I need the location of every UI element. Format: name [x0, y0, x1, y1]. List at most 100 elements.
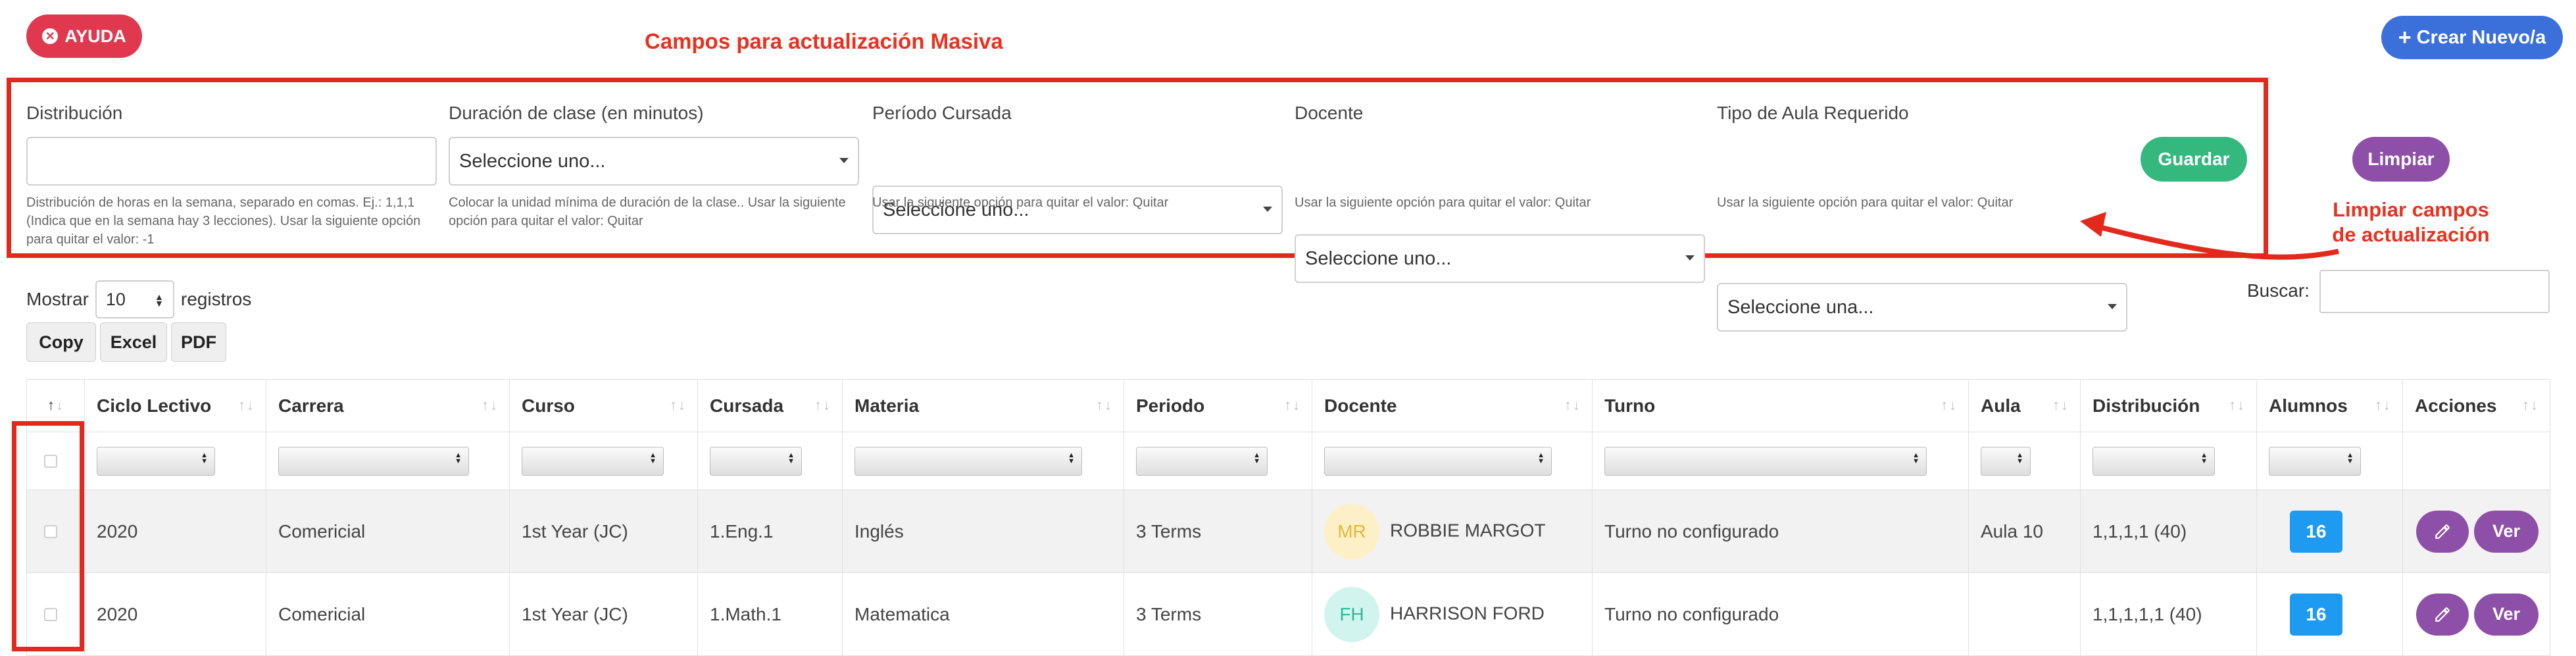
distribucion-input[interactable] — [26, 137, 437, 186]
filter-docente[interactable]: ▲ ▼ — [1324, 446, 1552, 476]
sort-icon: ↑↓ — [2229, 397, 2246, 413]
table-row: 2020 Comericial 1st Year (JC) 1.Eng.1 In… — [26, 490, 2550, 573]
cell-curso: 1st Year (JC) — [509, 572, 698, 656]
cell-carrera: Comericial — [266, 490, 510, 573]
docente-name: HARRISON FORD — [1390, 602, 1545, 623]
checkbox-column-highlight — [12, 421, 84, 651]
col-acciones[interactable]: Acciones ↑↓ — [2402, 379, 2550, 432]
filter-acciones-empty — [2402, 432, 2550, 490]
caret-down-icon — [2108, 304, 2117, 309]
cell-periodo: 3 Terms — [1124, 490, 1312, 573]
edit-icon — [2435, 524, 2450, 539]
avatar: FH — [1324, 586, 1379, 642]
sort-icon: ↑↓ — [2375, 397, 2392, 413]
col-turno[interactable]: Turno ↑↓ — [1592, 379, 1969, 432]
periodo-cursada-help: Usar la siguiente opción para quitar el … — [872, 195, 1169, 210]
help-button[interactable]: ✕ AYUDA — [26, 14, 142, 58]
periodo-cursada-label: Período Cursada — [872, 103, 1012, 123]
distribucion-help: Distribución de horas en la semana, sepa… — [26, 195, 421, 247]
filter-materia[interactable]: ▲ ▼ — [855, 446, 1082, 476]
help-button-label: AYUDA — [64, 26, 126, 46]
duracion-select-value: Seleccione uno... — [459, 150, 606, 172]
cell-aula — [1968, 572, 2081, 656]
view-button[interactable]: Ver — [2474, 593, 2539, 636]
filter-periodo[interactable]: ▲ ▼ — [1136, 446, 1268, 476]
sort-icon: ↑↓ — [2522, 397, 2539, 413]
page-length-value: 10 — [105, 289, 126, 309]
table-header-row: ↑↓ Ciclo Lectivo ↑↓ Carrera ↑↓ Curso ↑↓ Cur… — [26, 379, 2550, 432]
filter-carrera[interactable]: ▲ ▼ — [278, 446, 469, 476]
clear-button[interactable]: Limpiar — [2352, 137, 2450, 182]
page-length-control: Mostrar 10 ▲ ▼ registros — [26, 280, 251, 318]
search-input[interactable] — [2319, 270, 2550, 313]
mass-update-title: Campos para actualización Masiva — [645, 29, 1003, 53]
search-label: Buscar: — [2247, 280, 2310, 301]
docente-select[interactable]: Seleccione uno... — [1295, 234, 1705, 283]
create-new-button[interactable]: + Crear Nuevo/a — [2381, 16, 2563, 59]
cell-curso: 1st Year (JC) — [509, 490, 698, 573]
cell-cursada: 1.Eng.1 — [697, 490, 843, 573]
col-distribucion[interactable]: Distribución ↑↓ — [2080, 379, 2257, 432]
cell-alumnos: 16 — [2256, 490, 2403, 573]
col-cursada[interactable]: Cursada ↑↓ — [697, 379, 843, 432]
students-count-button[interactable]: 16 — [2290, 593, 2342, 636]
edit-button[interactable] — [2416, 593, 2469, 636]
updown-arrows-icon: ▲ ▼ — [155, 291, 164, 309]
filter-curso[interactable]: ▲ ▼ — [522, 446, 664, 476]
students-count-button[interactable]: 16 — [2290, 510, 2342, 553]
create-new-label: Crear Nuevo/a — [2416, 26, 2546, 48]
cell-acciones: Ver — [2402, 572, 2550, 656]
view-button[interactable]: Ver — [2474, 510, 2539, 553]
duracion-select[interactable]: Seleccione uno... — [449, 137, 859, 186]
show-label: Mostrar — [26, 289, 89, 309]
cell-aula: Aula 10 — [1968, 490, 2081, 573]
cell-materia: Matematica — [842, 572, 1124, 656]
col-carrera[interactable]: Carrera ↑↓ — [266, 379, 510, 432]
pdf-button[interactable]: PDF — [171, 322, 226, 362]
sort-icon: ↑↓ — [814, 397, 831, 413]
save-button[interactable]: Guardar — [2141, 137, 2247, 182]
sort-icon: ↑↓ — [482, 397, 499, 413]
docente-help: Usar la siguiente opción para quitar el … — [1295, 195, 1591, 210]
cell-docente: MR ROBBIE MARGOT — [1312, 490, 1593, 573]
page-length-select[interactable]: 10 ▲ ▼ — [95, 280, 174, 318]
filter-distribucion[interactable]: ▲ ▼ — [2093, 446, 2215, 476]
col-curso[interactable]: Curso ↑↓ — [509, 379, 698, 432]
sort-icon: ↑↓ — [1564, 397, 1581, 413]
cell-distribucion: 1,1,1,1,1 (40) — [2080, 572, 2257, 656]
docente-select-value: Seleccione uno... — [1305, 247, 1452, 269]
edit-button[interactable] — [2416, 510, 2469, 553]
annotation-arrow-icon — [2080, 212, 2339, 260]
tipo-aula-select-value: Seleccione una... — [1727, 296, 1874, 318]
col-aula[interactable]: Aula ↑↓ — [1968, 379, 2081, 432]
cell-carrera: Comericial — [266, 572, 510, 656]
cell-cursada: 1.Math.1 — [697, 572, 843, 656]
records-label: registros — [180, 289, 252, 309]
cell-turno: Turno no configurado — [1592, 572, 1969, 656]
col-materia[interactable]: Materia ↑↓ — [842, 379, 1124, 432]
col-alumnos[interactable]: Alumnos ↑↓ — [2256, 379, 2403, 432]
tipo-aula-label: Tipo de Aula Requerido — [1717, 103, 1909, 123]
filter-cursada[interactable]: ▲ ▼ — [710, 446, 802, 476]
caret-down-icon — [1685, 255, 1695, 261]
edit-icon — [2435, 607, 2450, 622]
filter-ciclo-lectivo[interactable]: ▲ ▼ — [97, 446, 215, 476]
col-ciclo-lectivo[interactable]: Ciclo Lectivo ↑↓ — [84, 379, 266, 432]
cell-periodo: 3 Terms — [1124, 572, 1312, 656]
distribucion-label: Distribución — [26, 103, 123, 123]
filter-row: ▲ ▼ ▲ ▼ ▲ ▼ ▲ ▼ ▲ ▼ ▲ ▼ ▲ ▼ ▲ ▼ ▲ ▼ ▲ ▼ ▲ ▼ — [26, 432, 2550, 490]
filter-alumnos[interactable]: ▲ ▼ — [2269, 446, 2361, 476]
filter-turno[interactable]: ▲ ▼ — [1604, 446, 1927, 476]
cell-ciclo: 2020 — [84, 572, 266, 656]
plus-icon: + — [2398, 24, 2412, 50]
cell-docente: FH HARRISON FORD — [1312, 572, 1593, 656]
cell-ciclo: 2020 — [84, 490, 266, 573]
col-docente[interactable]: Docente ↑↓ — [1312, 379, 1593, 432]
cell-alumnos: 16 — [2256, 572, 2403, 656]
excel-button[interactable]: Excel — [100, 322, 167, 362]
cell-acciones: Ver — [2402, 490, 2550, 573]
tipo-aula-select[interactable]: Seleccione una... — [1717, 283, 2127, 332]
col-periodo[interactable]: Periodo ↑↓ — [1124, 379, 1312, 432]
filter-aula[interactable]: ▲ ▼ — [1981, 446, 2031, 476]
copy-button[interactable]: Copy — [26, 322, 96, 362]
